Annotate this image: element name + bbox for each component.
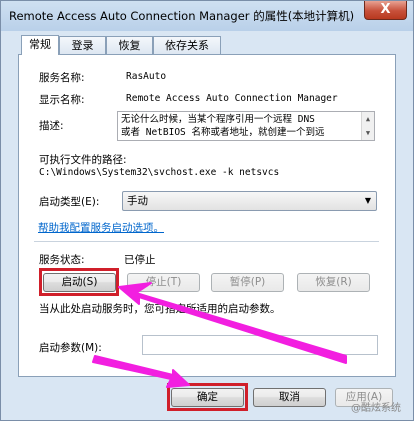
startup-type-select[interactable]: 手动 ▼ bbox=[122, 191, 377, 211]
display-name-value: Remote Access Auto Connection Manager bbox=[126, 93, 338, 104]
start-params-input[interactable] bbox=[142, 335, 378, 355]
exe-path-value: C:\Windows\System32\svchost.exe -k netsv… bbox=[39, 167, 280, 178]
close-icon: X bbox=[380, 2, 391, 17]
service-name-value: RasAuto bbox=[126, 71, 167, 82]
startup-type-label: 启动类型(E): bbox=[39, 196, 100, 208]
title-bar: Remote Access Auto Connection Manager 的属… bbox=[1, 1, 413, 31]
description-scrollbar[interactable]: ▲ ▼ bbox=[361, 112, 374, 140]
service-status-label: 服务状态: bbox=[39, 254, 85, 266]
scroll-down-icon[interactable]: ▼ bbox=[362, 126, 374, 140]
chevron-down-icon: ▼ bbox=[364, 196, 371, 205]
help-config-link[interactable]: 帮助我配置服务启动选项。 bbox=[38, 220, 164, 235]
service-name-label: 服务名称: bbox=[39, 72, 85, 84]
tab-logon[interactable]: 登录 bbox=[59, 36, 106, 55]
service-status-value: 已停止 bbox=[124, 254, 156, 266]
resume-button[interactable]: 恢复(R) bbox=[297, 273, 370, 292]
tab-recovery[interactable]: 恢复 bbox=[106, 36, 153, 55]
pause-button[interactable]: 暂停(P) bbox=[211, 273, 284, 292]
properties-dialog: Remote Access Auto Connection Manager 的属… bbox=[0, 0, 414, 421]
start-params-label: 启动参数(M): bbox=[39, 342, 102, 354]
description-line: 或者 NetBIOS 名称或者地址，就创建一个到远 bbox=[121, 127, 325, 138]
stop-button[interactable]: 停止(T) bbox=[127, 273, 200, 292]
display-name-label: 显示名称: bbox=[39, 94, 85, 106]
tab-dependencies[interactable]: 依存关系 bbox=[153, 36, 221, 55]
watermark: @酷炫系统 bbox=[351, 403, 401, 414]
exe-path-label: 可执行文件的路径: bbox=[39, 154, 127, 166]
ok-highlight-box bbox=[167, 383, 248, 411]
description-label: 描述: bbox=[39, 120, 64, 132]
description-box[interactable]: 无论什么时候，当某个程序引用一个远程 DNS 或者 NetBIOS 名称或者地址… bbox=[117, 111, 375, 141]
tab-general[interactable]: 常规 bbox=[21, 35, 59, 55]
description-line: 无论什么时候，当某个程序引用一个远程 DNS bbox=[121, 114, 315, 125]
cancel-button[interactable]: 取消 bbox=[253, 388, 326, 407]
start-params-hint: 当从此处启动服务时，您可指定所适用的启动参数。 bbox=[39, 303, 281, 315]
scroll-up-icon[interactable]: ▲ bbox=[362, 112, 374, 126]
start-highlight-box bbox=[39, 268, 119, 296]
window-title: Remote Access Auto Connection Manager 的属… bbox=[9, 9, 355, 23]
divider bbox=[34, 241, 379, 242]
startup-type-value: 手动 bbox=[127, 195, 148, 207]
close-button[interactable]: X bbox=[364, 1, 407, 20]
